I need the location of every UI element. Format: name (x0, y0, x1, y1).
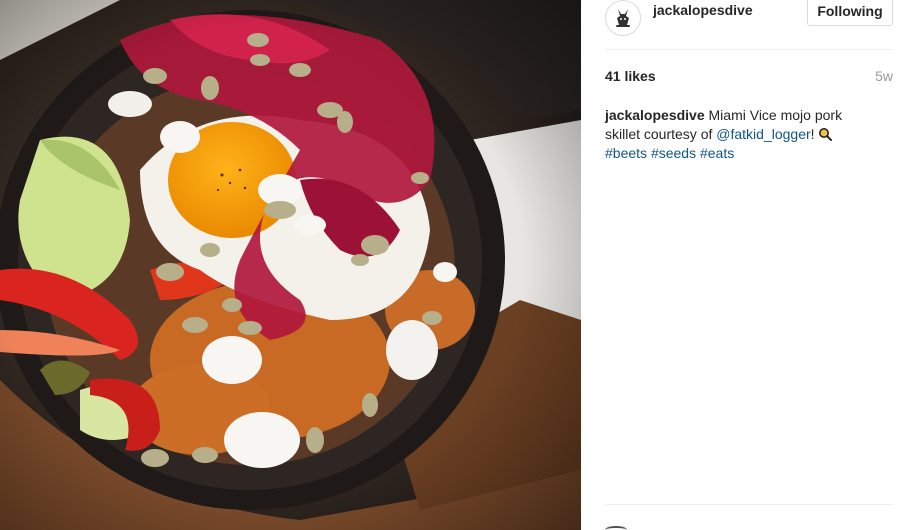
skillet-food-image (0, 0, 581, 530)
post-username[interactable]: jackalopesdive (653, 2, 753, 18)
post-caption: jackalopesdive Miami Vice mojo pork skil… (605, 106, 867, 163)
following-button[interactable]: Following (807, 0, 893, 26)
like-count[interactable]: 41 likes (605, 68, 656, 84)
hashtag-seeds[interactable]: #seeds (651, 145, 696, 161)
hashtag-beets[interactable]: #beets (605, 145, 647, 161)
caption-username[interactable]: jackalopesdive (605, 107, 705, 123)
magnifying-glass-icon (818, 127, 833, 141)
caption-mention-link[interactable]: @fatkid_logger (716, 126, 810, 142)
instagram-post: jackalopesdive Following 41 likes 5w jac… (0, 0, 914, 530)
post-photo[interactable] (0, 0, 581, 530)
post-details-panel: jackalopesdive Following 41 likes 5w jac… (581, 0, 914, 530)
post-meta: 41 likes 5w (605, 68, 893, 84)
post-header: jackalopesdive Following (605, 0, 893, 50)
jackalope-logo-icon[interactable] (605, 0, 641, 36)
caption-text-after: ! (810, 126, 819, 142)
hashtag-eats[interactable]: #eats (700, 145, 734, 161)
post-age[interactable]: 5w (875, 68, 893, 84)
post-actions-bar (605, 504, 893, 530)
heart-icon[interactable] (605, 526, 627, 530)
